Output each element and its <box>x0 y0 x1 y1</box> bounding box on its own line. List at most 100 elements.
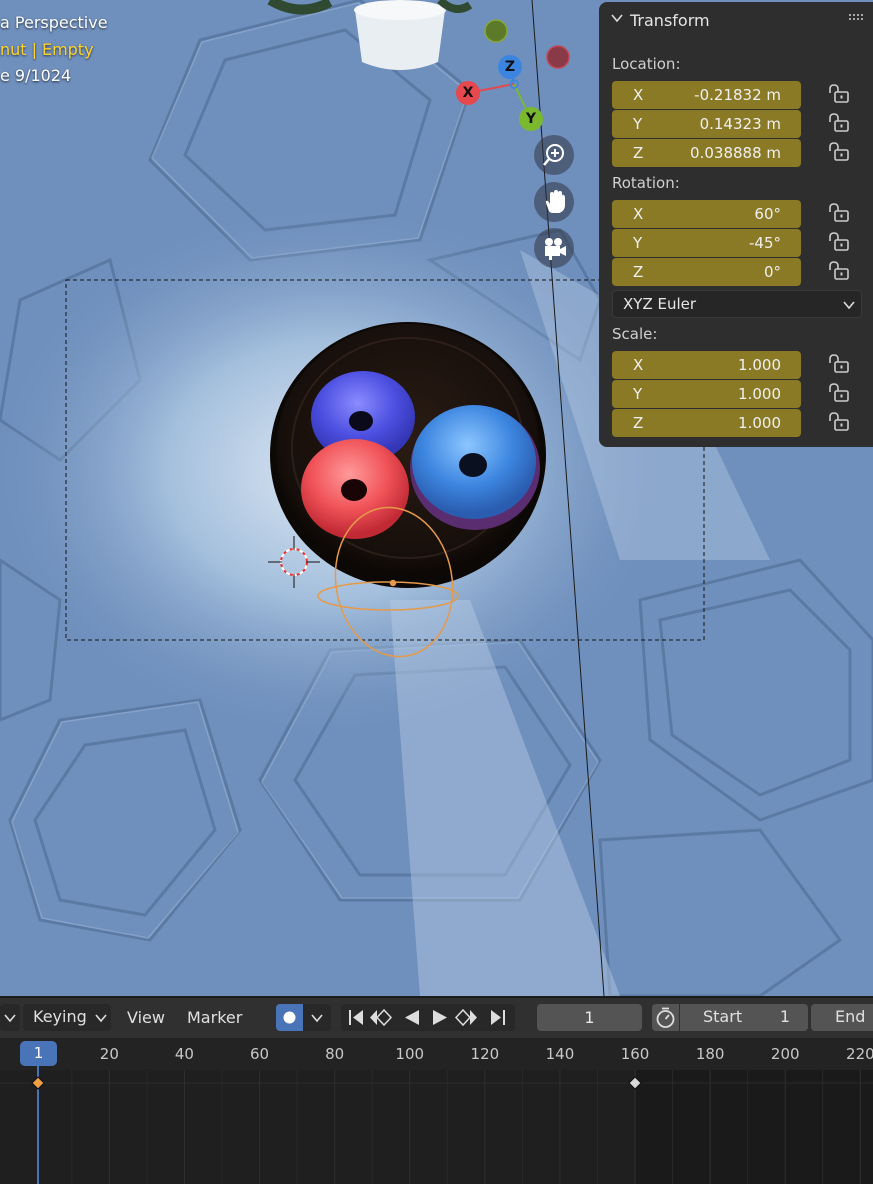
field-value: 0.14323 m <box>699 115 781 133</box>
axis-label: Y <box>633 115 643 133</box>
gizmo-y-label: Y <box>525 111 537 127</box>
location-label: Location: <box>612 55 681 73</box>
frame-end-field[interactable]: End <box>811 1004 873 1031</box>
gizmo-axis-x[interactable]: X <box>456 81 480 105</box>
rotation-z-field[interactable]: Z 0° <box>612 258 801 286</box>
chevron-down-icon <box>311 1014 323 1023</box>
unlock-icon[interactable] <box>827 83 851 105</box>
location-x-field[interactable]: X -0.21832 m <box>612 81 801 109</box>
chevron-down-icon <box>95 1014 107 1023</box>
chevron-down-icon <box>843 301 855 310</box>
axis-label: X <box>633 356 644 374</box>
scale-z-field[interactable]: Z 1.000 <box>612 409 801 437</box>
gizmo-z-label: Z <box>504 59 516 75</box>
object-type: Empty <box>41 40 94 59</box>
object-name: nut <box>0 40 27 59</box>
unlock-icon[interactable] <box>827 141 851 163</box>
axis-label: Y <box>633 385 643 403</box>
editor-type-dropdown[interactable] <box>0 1004 20 1031</box>
camera-view-button[interactable] <box>534 228 574 268</box>
keying-menu-label: Keying <box>33 1007 87 1026</box>
chevron-down-icon <box>611 14 623 23</box>
pan-button[interactable] <box>534 182 574 222</box>
timeline-area[interactable]: 20 40 60 80 100 120 140 160 180 200 220 1 <box>0 1038 873 1184</box>
zoom-button[interactable] <box>534 135 574 175</box>
keyframe-diamond[interactable] <box>31 1076 45 1090</box>
field-value: 60° <box>754 205 781 223</box>
location-z-field[interactable]: Z 0.038888 m <box>612 139 801 167</box>
axis-label: Z <box>633 263 644 281</box>
field-value: -0.21832 m <box>694 86 781 104</box>
field-value: 1.000 <box>738 385 781 403</box>
location-y-field[interactable]: Y 0.14323 m <box>612 110 801 138</box>
timeline-grid <box>0 1066 873 1184</box>
field-value: 1.000 <box>738 356 781 374</box>
auto-keying-options[interactable] <box>303 1004 331 1031</box>
current-frame-field[interactable]: 1 <box>537 1004 642 1031</box>
scale-y-field[interactable]: Y 1.000 <box>612 380 801 408</box>
camera-icon <box>545 238 566 260</box>
field-value: -45° <box>749 234 781 252</box>
axis-label: Z <box>633 144 644 162</box>
field-value: 1.000 <box>738 414 781 432</box>
jump-start-icon <box>349 1010 363 1025</box>
unlock-icon[interactable] <box>827 353 851 375</box>
transform-panel-title: Transform <box>630 11 710 30</box>
marker-menu[interactable]: Marker <box>187 1008 242 1027</box>
field-value: 0° <box>763 263 781 281</box>
view-menu[interactable]: View <box>127 1008 165 1027</box>
keying-menu[interactable]: Keying <box>23 1004 111 1031</box>
rotation-mode-value: XYZ Euler <box>623 295 697 313</box>
unlock-icon[interactable] <box>827 260 851 282</box>
play-reverse-icon <box>405 1010 419 1025</box>
transform-panel-header[interactable]: Transform <box>599 8 873 34</box>
start-value: 1 <box>779 1007 790 1026</box>
rotation-label: Rotation: <box>612 174 680 192</box>
unlock-icon[interactable] <box>827 231 851 253</box>
blue-donut[interactable] <box>410 405 540 530</box>
next-keyframe-icon <box>454 1008 477 1027</box>
playhead-frame-badge[interactable]: 1 <box>20 1041 57 1066</box>
view-title: a Perspective <box>0 13 108 32</box>
play-icon <box>433 1010 447 1025</box>
unlock-icon[interactable] <box>827 382 851 404</box>
scale-x-field[interactable]: X 1.000 <box>612 351 801 379</box>
record-icon <box>283 1011 296 1024</box>
zoom-icon <box>543 144 564 166</box>
scale-label: Scale: <box>612 325 658 343</box>
auto-keying-toggle[interactable] <box>276 1004 303 1031</box>
frame-start-field[interactable]: Start 1 <box>680 1004 808 1031</box>
playback-icons <box>349 1008 505 1027</box>
chevron-down-icon <box>4 1014 16 1023</box>
stopwatch-icon <box>656 1007 675 1028</box>
start-label: Start <box>703 1007 743 1026</box>
preview-range-toggle[interactable] <box>652 1004 679 1031</box>
gizmo-axis-y[interactable]: Y <box>519 107 543 131</box>
object-info-separator: | <box>31 40 37 59</box>
drag-grip-icon[interactable] <box>849 14 865 22</box>
playback-controls <box>341 1004 515 1031</box>
axis-label: X <box>633 86 644 104</box>
rotation-x-field[interactable]: X 60° <box>612 200 801 228</box>
rotation-mode-dropdown[interactable]: XYZ Euler <box>612 290 862 318</box>
object-info: nut | Empty <box>0 40 94 59</box>
axis-label: Z <box>633 414 644 432</box>
jump-end-icon <box>491 1010 505 1025</box>
red-donut[interactable] <box>301 439 409 539</box>
prev-keyframe-icon <box>370 1008 393 1027</box>
render-samples: e 9/1024 <box>0 66 72 85</box>
unlock-icon[interactable] <box>827 202 851 224</box>
gizmo-axis-z[interactable]: Z <box>498 55 522 79</box>
rotation-y-field[interactable]: Y -45° <box>612 229 801 257</box>
hand-pan-icon <box>545 190 565 213</box>
axis-label: Y <box>633 234 643 252</box>
transform-panel: Transform Location: X -0.21832 m Y 0.143… <box>599 2 873 447</box>
gizmo-x-label: X <box>462 85 474 101</box>
end-label: End <box>835 1007 866 1026</box>
field-value: 0.038888 m <box>690 144 781 162</box>
out-of-range-region <box>635 1070 873 1184</box>
timeline-header: Keying View Marker 1 Start 1 End <box>0 997 873 1038</box>
unlock-icon[interactable] <box>827 112 851 134</box>
axis-label: X <box>633 205 644 223</box>
unlock-icon[interactable] <box>827 411 851 433</box>
